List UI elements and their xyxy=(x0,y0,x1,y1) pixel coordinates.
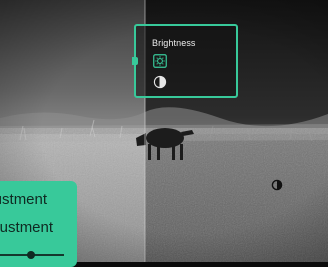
contrast-icon[interactable] xyxy=(153,75,167,89)
adjustment-card: Adjustment Adjustment xyxy=(0,181,77,267)
adjustment-title: Adjustment xyxy=(0,191,48,208)
brightness-panel: Brightness xyxy=(132,24,238,98)
adjustment-slider-knob[interactable] xyxy=(26,251,35,259)
adjustment-subtitle: Adjustment xyxy=(0,219,54,236)
selection-indicator xyxy=(132,57,138,65)
brightness-icon[interactable] xyxy=(153,54,167,68)
panel-title: Brightness xyxy=(152,38,196,48)
reticle-icon xyxy=(271,179,283,191)
